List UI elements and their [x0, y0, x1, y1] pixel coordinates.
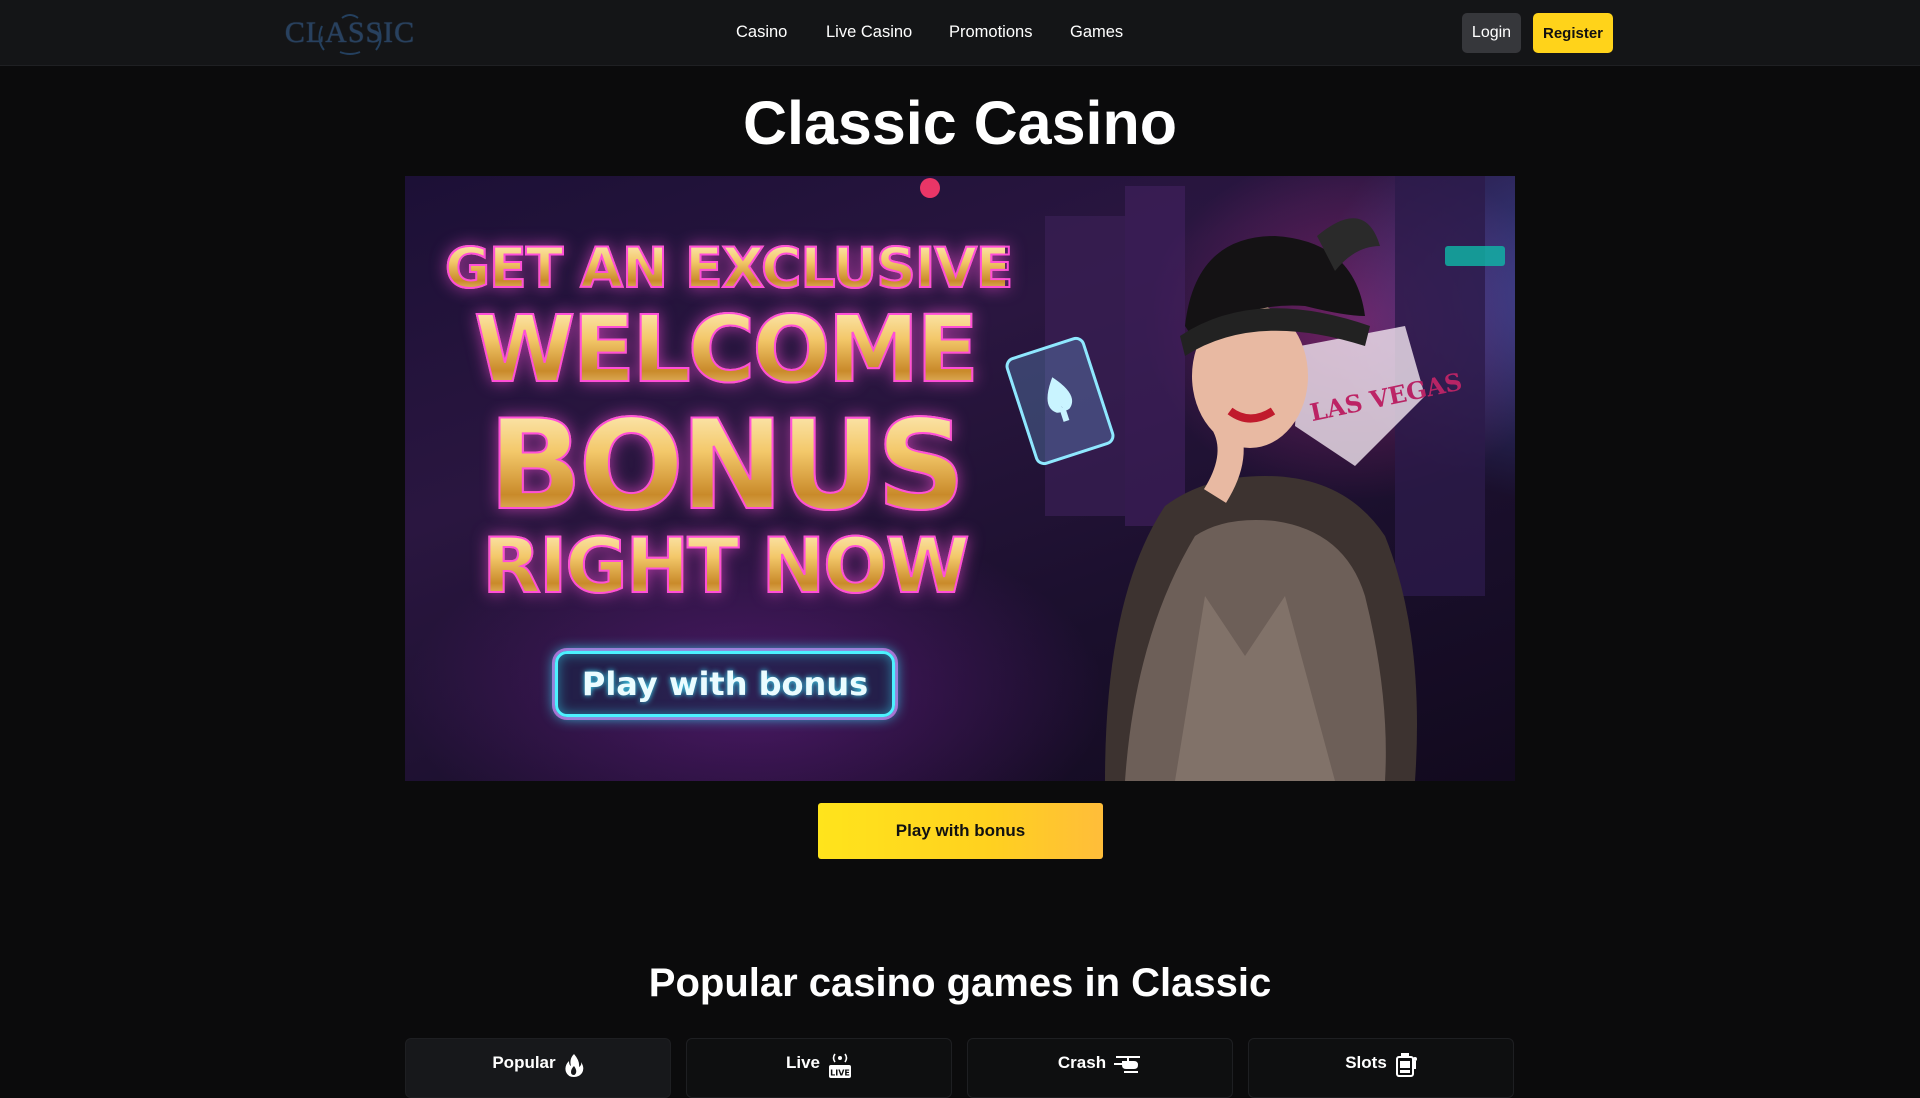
nav-live-casino[interactable]: Live Casino	[826, 0, 912, 65]
slot-machine-icon	[1395, 1053, 1417, 1077]
games-section-title: Popular casino games in Classic	[648, 961, 1272, 1005]
tab-crash-label: Crash	[1057, 1053, 1107, 1072]
banner-play-button[interactable]: Play with bonus	[555, 651, 895, 717]
page-title: Classic Casino	[743, 89, 1177, 157]
banner-line-4: RIGHT NOW	[445, 520, 1005, 611]
tab-popular-label: Popular	[492, 1053, 556, 1072]
banner-line-1: GET AN EXCLUSIVE	[444, 235, 1014, 301]
play-with-bonus-button[interactable]: Play with bonus	[818, 803, 1103, 859]
nav-games[interactable]: Games	[1070, 0, 1123, 65]
main-nav: Casino Live Casino Promotions Games	[0, 0, 1920, 65]
nav-casino[interactable]: Casino	[736, 0, 787, 65]
nav-promotions[interactable]: Promotions	[949, 0, 1032, 65]
register-button[interactable]: Register	[1533, 13, 1613, 53]
live-icon: LIVE	[828, 1053, 852, 1079]
banner-line-2: WELCOME	[445, 295, 1005, 404]
tab-popular[interactable]: Popular	[405, 1038, 671, 1098]
flame-icon	[564, 1053, 584, 1077]
helicopter-icon	[1114, 1053, 1142, 1075]
login-button[interactable]: Login	[1462, 13, 1521, 53]
svg-text:LIVE: LIVE	[830, 1069, 850, 1078]
banner-line-3: BONUS	[445, 393, 1005, 539]
game-category-tabs: Popular Live LIVE Crash Slots	[405, 1038, 1515, 1098]
tab-live-label: Live	[785, 1053, 821, 1072]
tab-crash[interactable]: Crash	[967, 1038, 1233, 1098]
tab-live[interactable]: Live LIVE	[686, 1038, 952, 1098]
site-header: CLASSIC Casino Live Casino Promotions Ga…	[0, 0, 1920, 66]
promo-banner[interactable]: LAS VEGAS GET AN EXCLUSIVE WELCOME BONUS…	[405, 176, 1515, 781]
tab-slots-label: Slots	[1345, 1053, 1387, 1072]
tab-slots[interactable]: Slots	[1248, 1038, 1514, 1098]
